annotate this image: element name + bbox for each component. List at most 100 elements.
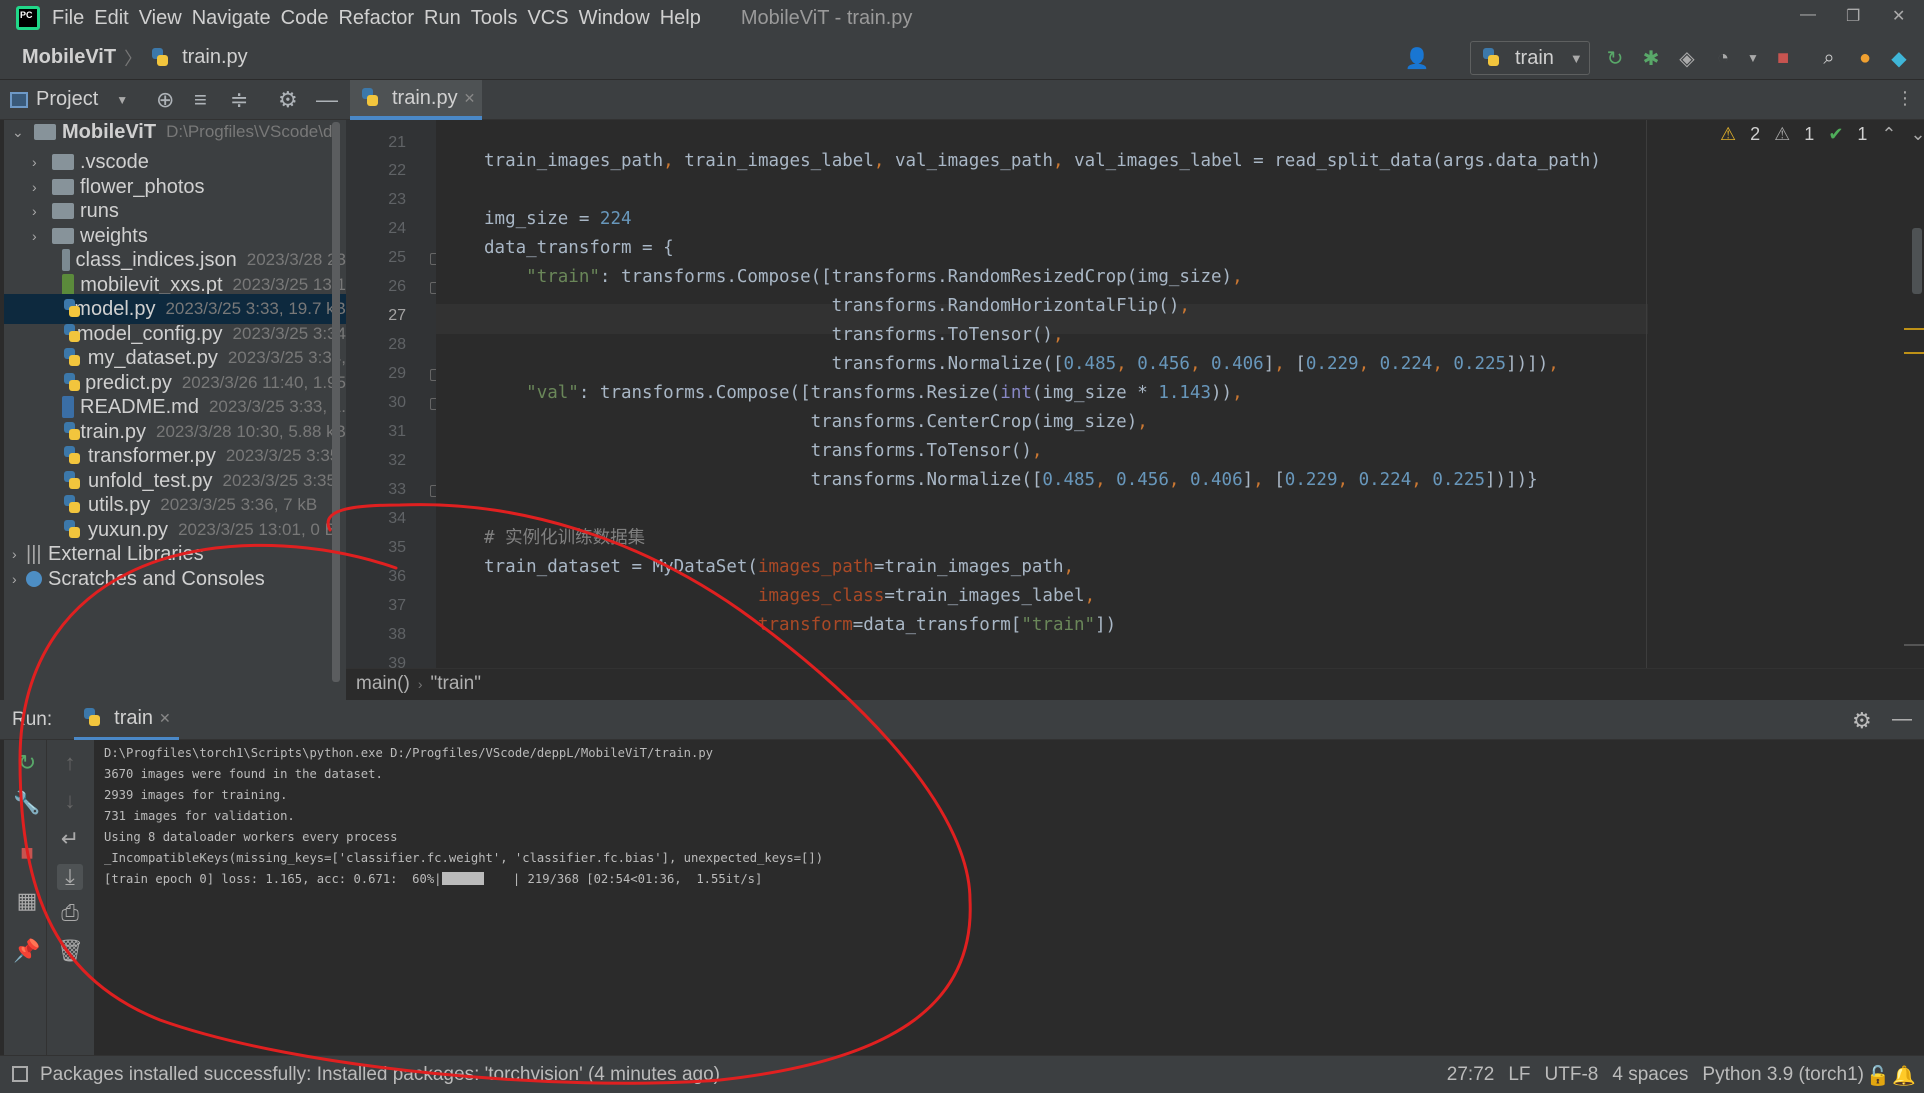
- menu-help[interactable]: Help: [660, 7, 701, 30]
- gear-icon[interactable]: ⚙: [1852, 708, 1872, 734]
- python-file-icon: [62, 422, 81, 442]
- update-icon[interactable]: ●: [1852, 45, 1878, 71]
- line-number: 38: [388, 626, 406, 643]
- inspection-widget[interactable]: ⚠ 2 ⚠ 1 ✔ 1 ⌃ ⌄: [1720, 124, 1924, 145]
- soft-wrap-icon[interactable]: ↵: [57, 826, 83, 852]
- notification-icon[interactable]: 🔔: [1892, 1064, 1916, 1088]
- breadcrumb-project[interactable]: MobileViT: [22, 46, 116, 69]
- warning-icon: ⚠: [1720, 124, 1737, 144]
- run-tab-train[interactable]: train ✕: [74, 700, 179, 740]
- menu-vcs[interactable]: VCS: [527, 7, 568, 30]
- editor-scrollbar[interactable]: [1912, 228, 1922, 294]
- tree-item-label: utils.py: [88, 493, 151, 516]
- close-tab-icon[interactable]: ✕: [464, 90, 476, 107]
- run-toolbar-secondary: ↑ ↓ ↵ ⤓ ⎙ 🗑: [46, 740, 94, 1055]
- user-icon[interactable]: 👤: [1404, 45, 1430, 71]
- pin-icon[interactable]: 📌: [13, 938, 40, 964]
- minimize-icon[interactable]: —: [1800, 6, 1816, 24]
- plugin-icon[interactable]: ◆: [1886, 45, 1912, 71]
- code-line: # 实例化训练数据集: [484, 528, 646, 548]
- warning-count: 2: [1750, 124, 1761, 144]
- run-config-selector[interactable]: train ▼: [1470, 41, 1590, 75]
- tree-item-meta: 2023/3/25 3:35: [222, 471, 336, 490]
- project-view-selector[interactable]: Project ▼: [10, 88, 128, 111]
- console-line: 731 images for validation.: [104, 809, 295, 823]
- file-encoding[interactable]: UTF-8: [1545, 1064, 1599, 1086]
- menu-view[interactable]: View: [139, 7, 182, 30]
- stop-icon[interactable]: ■: [1770, 45, 1796, 71]
- error-stripe-marker[interactable]: [1904, 328, 1924, 330]
- hide-panel-icon[interactable]: —: [1892, 708, 1912, 731]
- tree-item-label: Scratches and Consoles: [48, 567, 265, 590]
- expand-all-icon[interactable]: ≡: [194, 87, 207, 113]
- rerun-icon[interactable]: ↻: [1602, 45, 1628, 71]
- collapse-all-icon[interactable]: ≑: [230, 87, 248, 113]
- python-file-icon: [1481, 48, 1501, 68]
- status-message[interactable]: Packages installed successfully: Install…: [40, 1064, 720, 1086]
- lock-icon[interactable]: 🔓: [1866, 1064, 1890, 1088]
- folder-icon: [34, 124, 56, 140]
- menu-tools[interactable]: Tools: [471, 7, 518, 30]
- run-toolbar-primary: ↻ 🔧 ■ ▦ 📌: [4, 740, 46, 1055]
- menu-edit[interactable]: Edit: [94, 7, 128, 30]
- debug-icon[interactable]: ✱: [1638, 45, 1664, 71]
- scroll-to-end-icon[interactable]: ⤓: [57, 864, 83, 890]
- project-scrollbar[interactable]: [332, 122, 340, 682]
- tab-train-py[interactable]: train.py ✕: [350, 80, 482, 120]
- breadcrumb-function[interactable]: main(): [356, 673, 410, 695]
- tree-item-meta: 2023/3/25 13:1: [232, 275, 346, 294]
- more-run-chevron-icon[interactable]: ▼: [1740, 45, 1766, 71]
- tree-item-scratches[interactable]: › Scratches and Consoles: [4, 564, 346, 594]
- chevron-right-icon: ›: [12, 571, 17, 587]
- code-editor[interactable]: train_images_path, train_images_label, v…: [436, 120, 1648, 668]
- python-interpreter[interactable]: Python 3.9 (torch1): [1702, 1064, 1864, 1086]
- indent-setting[interactable]: 4 spaces: [1612, 1064, 1688, 1086]
- arrow-down-icon[interactable]: ↓: [57, 788, 83, 814]
- profile-icon[interactable]: ◔: [1710, 45, 1736, 71]
- menu-file[interactable]: File: [52, 7, 84, 30]
- more-options-icon[interactable]: ⋮: [1896, 88, 1914, 109]
- folder-icon: [52, 203, 74, 219]
- error-stripe-marker[interactable]: [1904, 352, 1924, 354]
- search-icon[interactable]: ⌕: [1816, 45, 1842, 71]
- tree-root-name: MobileViT: [62, 120, 157, 143]
- breadcrumb-key[interactable]: "train": [431, 673, 481, 695]
- tool-windows-icon[interactable]: [12, 1066, 28, 1082]
- arrow-up-icon[interactable]: ↑: [57, 750, 83, 776]
- line-number: 26: [388, 278, 406, 295]
- close-window-icon[interactable]: ✕: [1892, 6, 1905, 26]
- stop-icon[interactable]: ■: [14, 840, 40, 866]
- gear-icon[interactable]: ⚙: [278, 87, 298, 113]
- print-icon[interactable]: ⎙: [57, 900, 83, 926]
- code-line: transforms.ToTensor(),: [484, 325, 1064, 345]
- caret-position[interactable]: 27:72: [1447, 1064, 1495, 1086]
- tab-label: train.py: [392, 86, 458, 109]
- tree-item-meta: 2023/3/28 10:30, 5.88 kB: [156, 422, 346, 441]
- next-highlight-icon[interactable]: ⌄: [1911, 124, 1924, 145]
- previous-highlight-icon[interactable]: ⌃: [1881, 124, 1896, 145]
- trash-icon[interactable]: 🗑: [56, 938, 84, 964]
- typo-count: 1: [1857, 124, 1868, 144]
- breadcrumb-file-label: train.py: [182, 46, 248, 68]
- menu-window[interactable]: Window: [579, 7, 650, 30]
- tree-root[interactable]: ⌄ MobileViT D:\Progfiles\VScode\d: [4, 120, 346, 147]
- menu-navigate[interactable]: Navigate: [192, 7, 271, 30]
- menu-run[interactable]: Run: [424, 7, 461, 30]
- locate-icon[interactable]: ⊕: [156, 87, 174, 113]
- python-file-icon: [62, 373, 81, 393]
- close-tab-icon[interactable]: ✕: [159, 710, 171, 727]
- python-file-icon: [150, 47, 170, 68]
- breadcrumb-file[interactable]: train.py: [150, 46, 248, 69]
- line-separator[interactable]: LF: [1508, 1064, 1530, 1086]
- restore-icon[interactable]: ❐: [1846, 6, 1860, 26]
- line-number: 34: [388, 510, 406, 527]
- rerun-icon[interactable]: ↻: [14, 750, 40, 776]
- wrench-icon[interactable]: 🔧: [13, 790, 40, 816]
- hide-panel-icon[interactable]: —: [316, 87, 338, 113]
- console-output[interactable]: D:\Progfiles\torch1\Scripts\python.exe D…: [94, 740, 1924, 1055]
- menu-refactor[interactable]: Refactor: [338, 7, 414, 30]
- coverage-icon[interactable]: ◈: [1674, 45, 1700, 71]
- menu-code[interactable]: Code: [281, 7, 329, 30]
- layout-icon[interactable]: ▦: [14, 888, 40, 914]
- error-stripe-marker[interactable]: [1904, 644, 1924, 646]
